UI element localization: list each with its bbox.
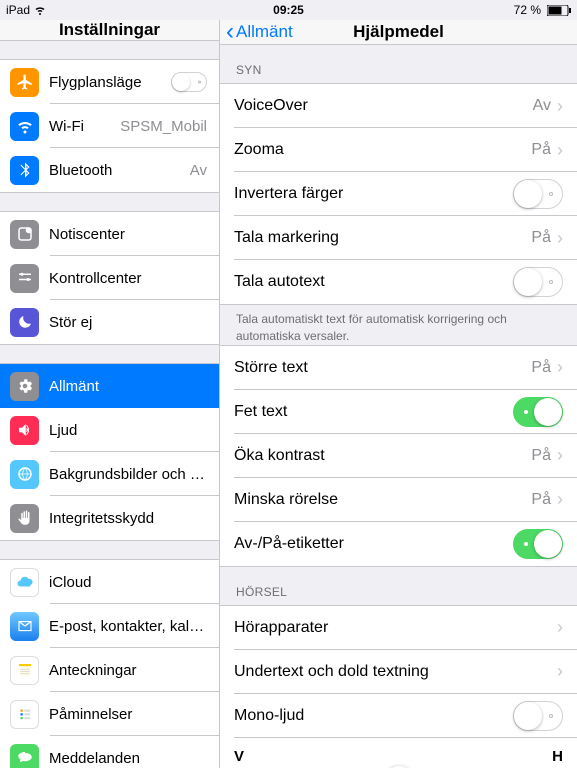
row-zoom[interactable]: ZoomaPå› — [220, 128, 577, 172]
row-balance: VH — [220, 738, 577, 768]
sidebar-title: Inställningar — [0, 20, 219, 41]
page-title: Hjälpmedel — [353, 22, 444, 42]
gear-icon — [10, 372, 39, 401]
sidebar-group-general: Allmänt Ljud Bakgrundsbilder och ljussty… — [0, 363, 219, 541]
sidebar-group-connectivity: Flygplansläge Wi-Fi SPSM_Mobil Bluetooth… — [0, 59, 219, 193]
label: Bakgrundsbilder och ljusstyrka — [49, 466, 207, 483]
sidebar-item-wifi[interactable]: Wi-Fi SPSM_Mobil — [0, 104, 219, 148]
sidebar-item-privacy[interactable]: Integritetsskydd — [0, 496, 219, 540]
sidebar-item-icloud[interactable]: iCloud — [0, 560, 219, 604]
chevron-right-icon: › — [557, 140, 563, 161]
balance-right: H — [552, 748, 563, 765]
wifi-icon — [10, 112, 39, 141]
row-hearing[interactable]: Hörapparater› — [220, 606, 577, 650]
detail-navbar: ‹ Allmänt Hjälpmedel — [220, 20, 577, 45]
label: Påminnelser — [49, 706, 207, 723]
wifi-value: SPSM_Mobil — [120, 118, 207, 135]
airplane-toggle[interactable] — [171, 72, 207, 92]
onoff-toggle[interactable] — [513, 529, 563, 559]
chevron-right-icon: › — [557, 661, 563, 682]
reminders-icon — [10, 700, 39, 729]
wallpaper-icon — [10, 460, 39, 489]
speakauto-toggle[interactable] — [513, 267, 563, 297]
airplane-icon — [10, 68, 39, 97]
sidebar-item-controlcenter[interactable]: Kontrollcenter — [0, 256, 219, 300]
sidebar-item-airplane[interactable]: Flygplansläge — [0, 60, 219, 104]
label: Ljud — [49, 422, 207, 439]
label: Wi-Fi — [49, 118, 110, 135]
row-speak-autotext: Tala autotext — [220, 260, 577, 304]
row-contrast[interactable]: Öka kontrastPå› — [220, 434, 577, 478]
bold-toggle[interactable] — [513, 397, 563, 427]
sidebar-item-general[interactable]: Allmänt — [0, 364, 219, 408]
notes-icon — [10, 656, 39, 685]
mono-toggle[interactable] — [513, 701, 563, 731]
label: Notiscenter — [49, 226, 207, 243]
row-mono: Mono-ljud — [220, 694, 577, 738]
cloud-icon — [10, 568, 39, 597]
label: Meddelanden — [49, 750, 207, 767]
chevron-right-icon: › — [557, 357, 563, 378]
label: Integritetsskydd — [49, 510, 207, 527]
sidebar-item-sounds[interactable]: Ljud — [0, 408, 219, 452]
battery-text: 72 % — [514, 3, 541, 17]
back-label: Allmänt — [236, 22, 293, 42]
moon-icon — [10, 308, 39, 337]
row-bold-text: Fet text — [220, 390, 577, 434]
sidebar-item-notifications[interactable]: Notiscenter — [0, 212, 219, 256]
sidebar-item-bluetooth[interactable]: Bluetooth Av — [0, 148, 219, 192]
row-invert: Invertera färger — [220, 172, 577, 216]
notifications-icon — [10, 220, 39, 249]
chevron-left-icon: ‹ — [226, 20, 234, 44]
wifi-icon — [34, 4, 46, 16]
row-larger-text[interactable]: Större textPå› — [220, 346, 577, 390]
sidebar-item-mail[interactable]: E-post, kontakter, kalendrar — [0, 604, 219, 648]
sidebar-item-notes[interactable]: Anteckningar — [0, 648, 219, 692]
sidebar-item-messages[interactable]: Meddelanden — [0, 736, 219, 768]
label: Anteckningar — [49, 662, 207, 679]
row-subtitles[interactable]: Undertext och dold textning› — [220, 650, 577, 694]
sidebar-group-apps: iCloud E-post, kontakter, kalendrar Ante… — [0, 559, 219, 768]
mail-icon — [10, 612, 39, 641]
label: Stör ej — [49, 314, 207, 331]
sidebar-item-wallpaper[interactable]: Bakgrundsbilder och ljusstyrka — [0, 452, 219, 496]
row-reduce-motion[interactable]: Minska rörelsePå› — [220, 478, 577, 522]
chevron-right-icon: › — [557, 489, 563, 510]
controlcenter-icon — [10, 264, 39, 293]
row-onoff-labels: Av-/På-etiketter — [220, 522, 577, 566]
sidebar-group-notifications: Notiscenter Kontrollcenter Stör ej — [0, 211, 219, 345]
device-label: iPad — [6, 3, 30, 17]
label: Flygplansläge — [49, 74, 161, 91]
syn-note: Tala automatiskt text för automatisk kor… — [220, 305, 577, 345]
back-button[interactable]: ‹ Allmänt — [220, 20, 293, 44]
sidebar-item-dnd[interactable]: Stör ej — [0, 300, 219, 344]
invert-toggle[interactable] — [513, 179, 563, 209]
label: iCloud — [49, 574, 207, 591]
balance-left: V — [234, 748, 244, 765]
settings-sidebar: Inställningar Flygplansläge Wi-Fi SPSM_M… — [0, 20, 220, 768]
section-syn: SYN — [220, 45, 577, 83]
battery-icon — [547, 5, 571, 16]
chevron-right-icon: › — [557, 96, 563, 117]
label: Allmänt — [49, 378, 207, 395]
row-voiceover[interactable]: VoiceOverAv› — [220, 84, 577, 128]
section-horsel: HÖRSEL — [220, 567, 577, 605]
label: E-post, kontakter, kalendrar — [49, 618, 207, 635]
messages-icon — [10, 744, 39, 768]
row-speak-selection[interactable]: Tala markeringPå› — [220, 216, 577, 260]
detail-pane: ‹ Allmänt Hjälpmedel SYN VoiceOverAv› Zo… — [220, 20, 577, 768]
speaker-icon — [10, 416, 39, 445]
status-bar: iPad 09:25 72 % — [0, 0, 577, 20]
sidebar-item-reminders[interactable]: Påminnelser — [0, 692, 219, 736]
bluetooth-icon — [10, 156, 39, 185]
bt-value: Av — [190, 162, 207, 179]
chevron-right-icon: › — [557, 228, 563, 249]
label: Kontrollcenter — [49, 270, 207, 287]
chevron-right-icon: › — [557, 617, 563, 638]
chevron-right-icon: › — [557, 445, 563, 466]
label: Bluetooth — [49, 162, 180, 179]
clock: 09:25 — [273, 3, 304, 17]
hand-icon — [10, 504, 39, 533]
